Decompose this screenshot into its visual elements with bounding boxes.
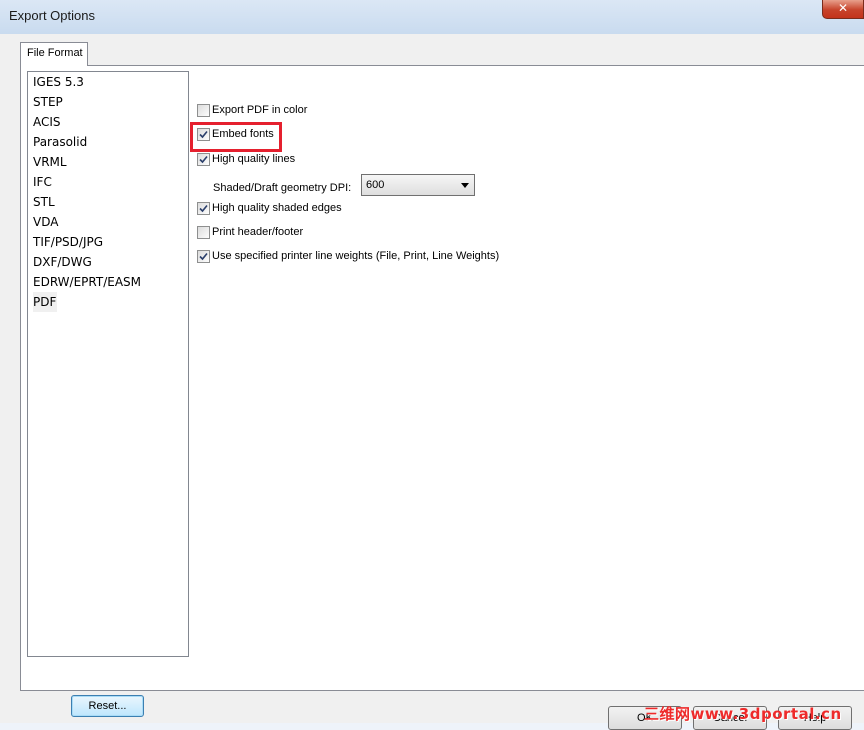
format-item-tif[interactable]: TIF/PSD/JPG: [33, 232, 103, 252]
tab-label: File Format: [27, 47, 83, 59]
dpi-value: 600: [366, 179, 385, 191]
reset-button[interactable]: Reset...: [71, 695, 144, 717]
format-item-vrml[interactable]: VRML: [33, 152, 67, 172]
window-title: Export Options: [9, 8, 95, 23]
highlight-box: [190, 122, 282, 152]
checkbox[interactable]: [197, 153, 210, 166]
format-item-iges[interactable]: IGES 5.3: [33, 72, 84, 92]
format-item-vda[interactable]: VDA: [33, 212, 58, 232]
title-bar: Export Options ✕: [0, 0, 864, 34]
format-item-step[interactable]: STEP: [33, 92, 63, 112]
checkbox[interactable]: [197, 250, 210, 263]
tab-panel: IGES 5.3 STEP ACIS Parasolid VRML IFC ST…: [20, 65, 864, 717]
dialog-body: File Format IGES 5.3 STEP ACIS Parasolid…: [0, 34, 864, 730]
option-label: Export PDF in color: [212, 104, 308, 116]
close-icon: ✕: [837, 1, 849, 15]
option-label: Print header/footer: [212, 226, 304, 238]
checkbox[interactable]: [197, 104, 210, 117]
checkbox[interactable]: [197, 202, 210, 215]
format-item-edrw[interactable]: EDRW/EPRT/EASM: [33, 272, 141, 292]
tab-file-format[interactable]: File Format: [20, 42, 88, 66]
check-icon: [199, 155, 208, 164]
format-item-stl[interactable]: STL: [33, 192, 55, 212]
watermark: 三维网www.3dportal.cn: [644, 705, 842, 723]
format-item-parasolid[interactable]: Parasolid: [33, 132, 87, 152]
option-label: High quality shaded edges: [212, 202, 342, 214]
option-label: Use specified printer line weights (File…: [212, 250, 500, 262]
check-icon: [199, 204, 208, 213]
format-item-ifc[interactable]: IFC: [33, 172, 52, 192]
format-list[interactable]: IGES 5.3 STEP ACIS Parasolid VRML IFC ST…: [27, 71, 189, 657]
dpi-select[interactable]: 600: [361, 174, 475, 196]
option-label: High quality lines: [212, 153, 296, 165]
dpi-label: Shaded/Draft geometry DPI:: [213, 182, 352, 194]
format-item-acis[interactable]: ACIS: [33, 112, 61, 132]
check-icon: [199, 252, 208, 261]
chevron-down-icon: [461, 183, 469, 188]
format-item-dxf[interactable]: DXF/DWG: [33, 252, 92, 272]
format-item-pdf[interactable]: PDF: [33, 292, 58, 312]
close-button[interactable]: ✕: [822, 0, 864, 19]
checkbox[interactable]: [197, 226, 210, 239]
